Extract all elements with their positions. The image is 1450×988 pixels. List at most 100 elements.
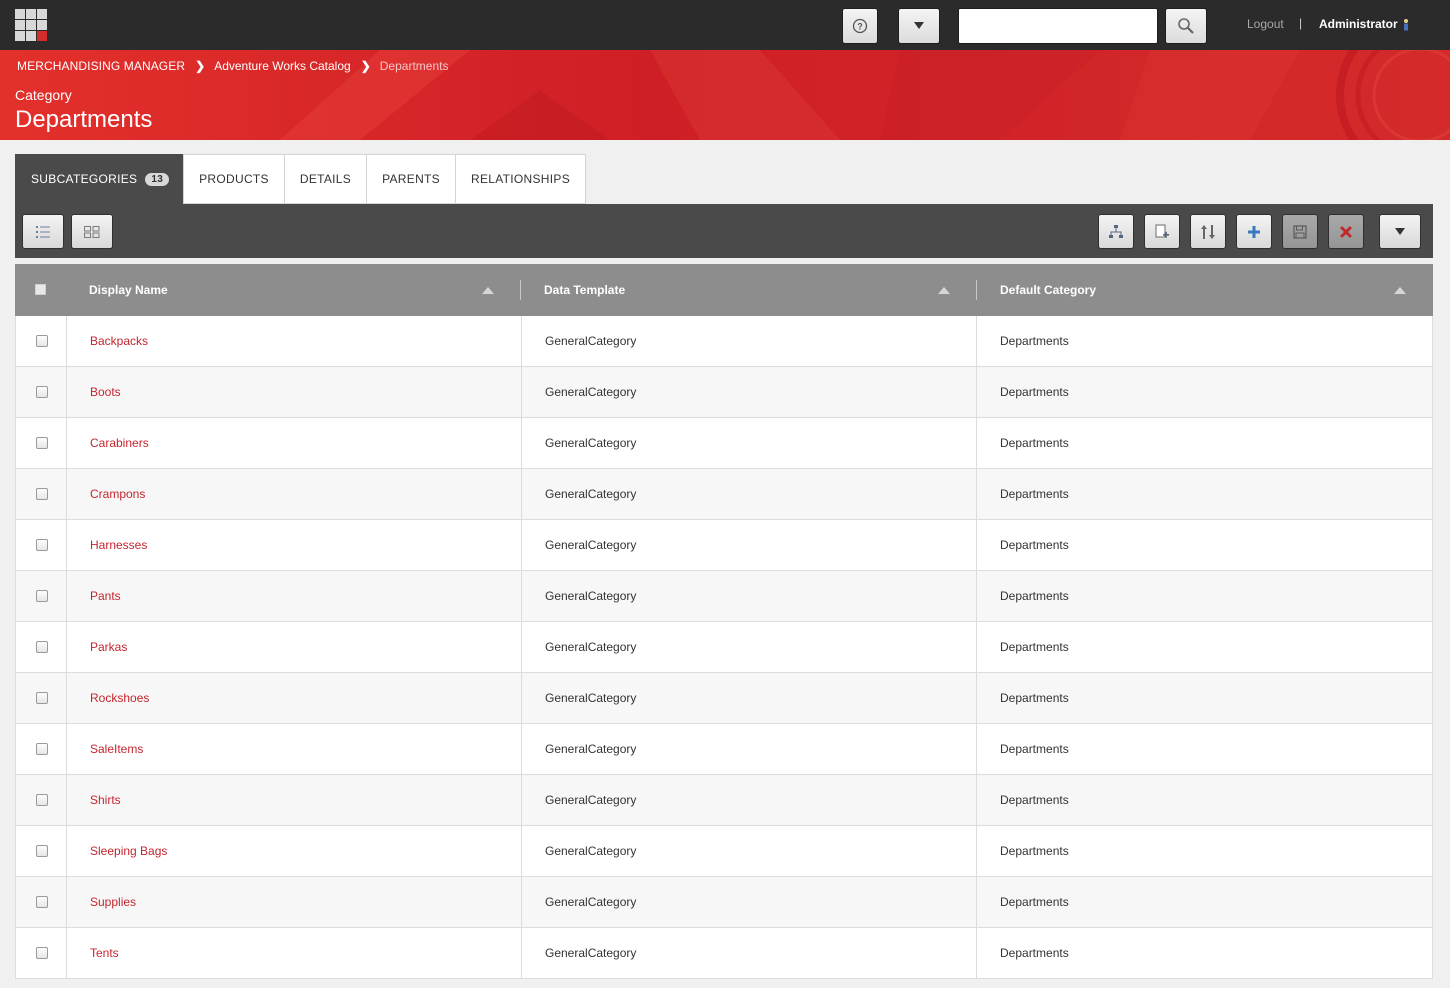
column-divider xyxy=(976,826,977,877)
chevron-right-icon: ❯ xyxy=(195,59,206,73)
grid-body: Backpacks GeneralCategory Departments Boots… xyxy=(15,316,1433,979)
tab-parents[interactable]: PARENTS xyxy=(367,154,456,204)
more-actions-button[interactable] xyxy=(1379,214,1421,249)
table-row[interactable]: Carabiners GeneralCategory Departments xyxy=(15,418,1433,469)
row-checkbox[interactable] xyxy=(36,947,48,959)
grid-toolbar xyxy=(15,204,1433,258)
hierarchy-icon xyxy=(1109,224,1123,238)
display-name-link[interactable]: Parkas xyxy=(90,640,127,654)
sort-order-icon xyxy=(1201,224,1215,239)
column-divider xyxy=(976,775,977,826)
row-checkbox[interactable] xyxy=(36,539,48,551)
table-row[interactable]: Shirts GeneralCategory Departments xyxy=(15,775,1433,826)
column-divider xyxy=(66,418,67,469)
default-category-cell: Departments xyxy=(1000,946,1069,960)
select-all-checkbox[interactable] xyxy=(35,284,46,295)
table-row[interactable]: Crampons GeneralCategory Departments xyxy=(15,469,1433,520)
table-row[interactable]: SaleItems GeneralCategory Departments xyxy=(15,724,1433,775)
search-button[interactable] xyxy=(1165,8,1207,44)
column-divider xyxy=(521,877,522,928)
data-template-cell: GeneralCategory xyxy=(545,385,637,399)
row-checkbox[interactable] xyxy=(36,386,48,398)
display-name-link[interactable]: Supplies xyxy=(90,895,136,909)
table-row[interactable]: Pants GeneralCategory Departments xyxy=(15,571,1433,622)
display-name-link[interactable]: Sleeping Bags xyxy=(90,844,167,858)
row-checkbox[interactable] xyxy=(36,488,48,500)
app-launcher-icon[interactable] xyxy=(15,9,47,41)
display-name-link[interactable]: Crampons xyxy=(90,487,145,501)
display-name-link[interactable]: Tents xyxy=(90,946,119,960)
separator: | xyxy=(1299,16,1303,30)
display-name-link[interactable]: Rockshoes xyxy=(90,691,149,705)
table-row[interactable]: Supplies GeneralCategory Departments xyxy=(15,877,1433,928)
sort-order-button[interactable] xyxy=(1190,214,1226,249)
display-name-link[interactable]: Harnesses xyxy=(90,538,147,552)
column-divider xyxy=(66,520,67,571)
default-category-cell: Departments xyxy=(1000,640,1069,654)
help-button[interactable]: ? xyxy=(842,8,878,44)
column-divider xyxy=(521,622,522,673)
breadcrumb-catalog[interactable]: Adventure Works Catalog xyxy=(214,59,351,73)
table-row[interactable]: Sleeping Bags GeneralCategory Departments xyxy=(15,826,1433,877)
table-row[interactable]: Rockshoes GeneralCategory Departments xyxy=(15,673,1433,724)
column-header-display-name[interactable]: Display Name xyxy=(89,264,168,316)
menu-dropdown-button[interactable] xyxy=(898,8,940,44)
list-view-button[interactable] xyxy=(22,214,64,249)
display-name-link[interactable]: Backpacks xyxy=(90,334,148,348)
tab-details[interactable]: DETAILS xyxy=(284,154,368,204)
tab-relationships[interactable]: RELATIONSHIPS xyxy=(455,154,587,204)
default-category-cell: Departments xyxy=(1000,334,1069,348)
default-category-cell: Departments xyxy=(1000,742,1069,756)
row-checkbox[interactable] xyxy=(36,794,48,806)
add-existing-button[interactable] xyxy=(1144,214,1180,249)
display-name-link[interactable]: SaleItems xyxy=(90,742,143,756)
data-template-cell: GeneralCategory xyxy=(545,538,637,552)
column-divider xyxy=(66,571,67,622)
delete-button[interactable] xyxy=(1328,214,1364,249)
table-row[interactable]: Tents GeneralCategory Departments xyxy=(15,928,1433,979)
sort-ascending-icon[interactable] xyxy=(938,287,950,294)
column-divider xyxy=(976,724,977,775)
data-template-cell: GeneralCategory xyxy=(545,691,637,705)
tile-view-button[interactable] xyxy=(71,214,113,249)
column-divider xyxy=(976,280,977,300)
sort-ascending-icon[interactable] xyxy=(1394,287,1406,294)
row-checkbox[interactable] xyxy=(36,437,48,449)
search-input[interactable] xyxy=(958,8,1158,44)
display-name-link[interactable]: Carabiners xyxy=(90,436,149,450)
table-row[interactable]: Harnesses GeneralCategory Departments xyxy=(15,520,1433,571)
table-row[interactable]: Boots GeneralCategory Departments xyxy=(15,367,1433,418)
display-name-link[interactable]: Boots xyxy=(90,385,121,399)
column-header-default-category[interactable]: Default Category xyxy=(1000,264,1096,316)
row-checkbox[interactable] xyxy=(36,896,48,908)
column-divider xyxy=(521,928,522,979)
column-header-data-template[interactable]: Data Template xyxy=(544,264,625,316)
default-category-cell: Departments xyxy=(1000,589,1069,603)
row-checkbox[interactable] xyxy=(36,692,48,704)
logout-link[interactable]: Logout xyxy=(1247,17,1284,31)
save-button[interactable] xyxy=(1282,214,1318,249)
add-button[interactable] xyxy=(1236,214,1272,249)
row-checkbox[interactable] xyxy=(36,845,48,857)
save-icon xyxy=(1293,224,1307,239)
column-divider xyxy=(976,673,977,724)
tab-products[interactable]: PRODUCTS xyxy=(183,154,285,204)
user-name[interactable]: Administrator xyxy=(1319,17,1398,31)
row-checkbox[interactable] xyxy=(36,743,48,755)
hierarchy-button[interactable] xyxy=(1098,214,1134,249)
table-row[interactable]: Parkas GeneralCategory Departments xyxy=(15,622,1433,673)
row-checkbox[interactable] xyxy=(36,335,48,347)
row-checkbox[interactable] xyxy=(36,590,48,602)
display-name-link[interactable]: Shirts xyxy=(90,793,121,807)
default-category-cell: Departments xyxy=(1000,793,1069,807)
tab-label: SUBCATEGORIES xyxy=(31,172,138,186)
display-name-link[interactable]: Pants xyxy=(90,589,121,603)
data-template-cell: GeneralCategory xyxy=(545,334,637,348)
row-checkbox[interactable] xyxy=(36,641,48,653)
breadcrumb-merchandising-manager[interactable]: MERCHANDISING MANAGER xyxy=(17,59,185,73)
sort-ascending-icon[interactable] xyxy=(482,287,494,294)
tab-subcategories[interactable]: SUBCATEGORIES 13 xyxy=(15,154,184,204)
table-row[interactable]: Backpacks GeneralCategory Departments xyxy=(15,316,1433,367)
breadcrumb-current: Departments xyxy=(379,59,449,73)
caret-down-icon xyxy=(914,22,924,29)
